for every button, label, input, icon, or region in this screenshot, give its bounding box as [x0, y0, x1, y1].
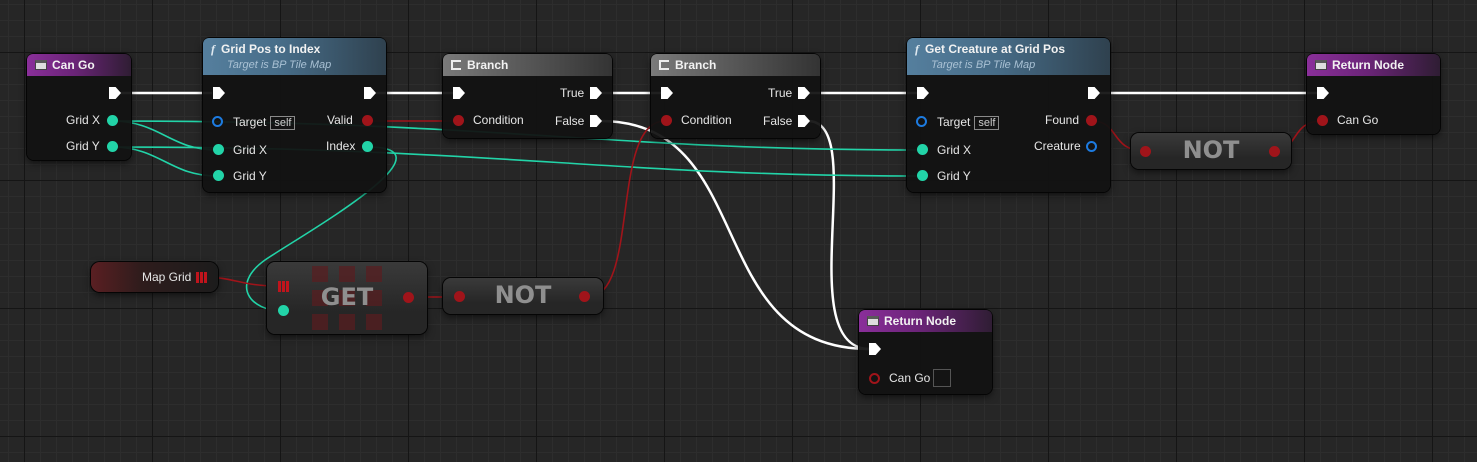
- grid-x-input-pin[interactable]: [213, 144, 224, 155]
- return-node-bottom[interactable]: Return Node Can Go: [859, 310, 992, 394]
- node-header: f Grid Pos to Index Target is BP Tile Map: [203, 38, 386, 75]
- bool-wire: [587, 120, 666, 298]
- map-grid-variable-node[interactable]: Map Grid: [91, 262, 218, 292]
- can-go-checkbox[interactable]: [933, 369, 951, 387]
- true-label: True: [560, 86, 585, 100]
- array-input-pin[interactable]: [278, 281, 289, 292]
- branch-icon: [451, 60, 461, 70]
- true-label: True: [768, 86, 793, 100]
- branch-node-1[interactable]: Branch Condition True False: [443, 54, 612, 138]
- not-label: NOT: [1182, 136, 1240, 164]
- target-label: Target self: [233, 115, 296, 130]
- not-input-pin[interactable]: [1140, 146, 1151, 157]
- branch-icon: [659, 60, 669, 70]
- node-header: Return Node: [1307, 54, 1440, 76]
- grid-y-output-pin[interactable]: [107, 141, 118, 152]
- not-output-pin[interactable]: [579, 291, 590, 302]
- target-label: Target self: [937, 115, 1000, 130]
- branch-node-2[interactable]: Branch Condition True False: [651, 54, 820, 138]
- not-node-middle[interactable]: NOT: [443, 278, 603, 314]
- grid-x-input-pin[interactable]: [917, 144, 928, 155]
- exec-out-pin[interactable]: [1088, 87, 1100, 99]
- return-node-top[interactable]: Return Node Can Go: [1307, 54, 1440, 134]
- blueprint-graph-canvas[interactable]: Can Go Grid X Grid Y f Grid Pos to Index T…: [0, 0, 1477, 462]
- found-output-pin[interactable]: [1086, 115, 1097, 126]
- can-go-label: Can Go: [1337, 113, 1379, 127]
- creature-output-pin[interactable]: [1086, 141, 1097, 152]
- false-exec-out-pin[interactable]: [798, 115, 810, 127]
- array-get-node[interactable]: GET: [267, 262, 427, 334]
- exec-in-pin[interactable]: [661, 87, 673, 99]
- exec-in-pin[interactable]: [869, 343, 881, 355]
- grid-pos-to-index-node[interactable]: f Grid Pos to Index Target is BP Tile Map …: [203, 38, 386, 192]
- exec-in-pin[interactable]: [213, 87, 225, 99]
- function-entry-icon: [35, 60, 47, 70]
- true-exec-out-pin[interactable]: [590, 87, 602, 99]
- not-node-top[interactable]: NOT: [1131, 133, 1291, 169]
- can-go-label: Can Go: [889, 371, 931, 385]
- exec-wire: [599, 119, 871, 351]
- false-exec-out-pin[interactable]: [590, 115, 602, 127]
- target-input-pin[interactable]: [212, 116, 223, 127]
- can-go-input-pin[interactable]: [869, 373, 880, 384]
- grid-x-input-label: Grid X: [233, 143, 268, 157]
- false-label: False: [555, 114, 585, 128]
- node-header: Branch: [651, 54, 820, 76]
- found-output-label: Found: [1045, 113, 1080, 127]
- can-go-entry-node[interactable]: Can Go Grid X Grid Y: [27, 54, 131, 160]
- index-output-label: Index: [326, 139, 356, 153]
- condition-input-pin[interactable]: [453, 115, 464, 126]
- get-output-pin[interactable]: [403, 292, 414, 303]
- false-label: False: [763, 114, 793, 128]
- node-header: Return Node: [859, 310, 992, 332]
- exec-out-pin[interactable]: [364, 87, 376, 99]
- not-input-pin[interactable]: [454, 291, 465, 302]
- return-node-icon: [867, 316, 879, 326]
- exec-in-pin[interactable]: [1317, 87, 1329, 99]
- grid-x-input-label: Grid X: [937, 143, 972, 157]
- grid-x-output-pin[interactable]: [107, 115, 118, 126]
- exec-in-pin[interactable]: [453, 87, 465, 99]
- self-default-badge: self: [974, 116, 1000, 130]
- node-header: Can Go: [27, 54, 131, 76]
- can-go-input-pin[interactable]: [1317, 115, 1328, 126]
- grid-y-input-pin[interactable]: [213, 170, 224, 181]
- condition-label: Condition: [681, 113, 732, 127]
- return-node-icon: [1315, 60, 1327, 70]
- function-icon: f: [915, 42, 919, 56]
- condition-input-pin[interactable]: [661, 115, 672, 126]
- condition-label: Condition: [473, 113, 524, 127]
- not-output-pin[interactable]: [1269, 146, 1280, 157]
- grid-y-input-label: Grid Y: [937, 169, 971, 183]
- target-input-pin[interactable]: [916, 116, 927, 127]
- grid-y-output-label: Grid Y: [66, 139, 100, 153]
- true-exec-out-pin[interactable]: [798, 87, 810, 99]
- function-icon: f: [211, 42, 215, 56]
- node-header: f Get Creature at Grid Pos Target is BP Ti…: [907, 38, 1110, 75]
- self-default-badge: self: [270, 116, 296, 130]
- map-grid-label: Map Grid: [142, 270, 192, 284]
- index-input-pin[interactable]: [278, 305, 289, 316]
- valid-output-pin[interactable]: [362, 115, 373, 126]
- exec-in-pin[interactable]: [917, 87, 929, 99]
- valid-output-label: Valid: [327, 113, 353, 127]
- grid-x-output-label: Grid X: [66, 113, 101, 127]
- exec-out-pin[interactable]: [109, 87, 121, 99]
- grid-y-input-label: Grid Y: [233, 169, 267, 183]
- get-creature-at-grid-pos-node[interactable]: f Get Creature at Grid Pos Target is BP Ti…: [907, 38, 1110, 192]
- index-output-pin[interactable]: [362, 141, 373, 152]
- node-header: Branch: [443, 54, 612, 76]
- array-pin-icon[interactable]: [196, 272, 207, 283]
- grid-y-input-pin[interactable]: [917, 170, 928, 181]
- creature-output-label: Creature: [1034, 139, 1081, 153]
